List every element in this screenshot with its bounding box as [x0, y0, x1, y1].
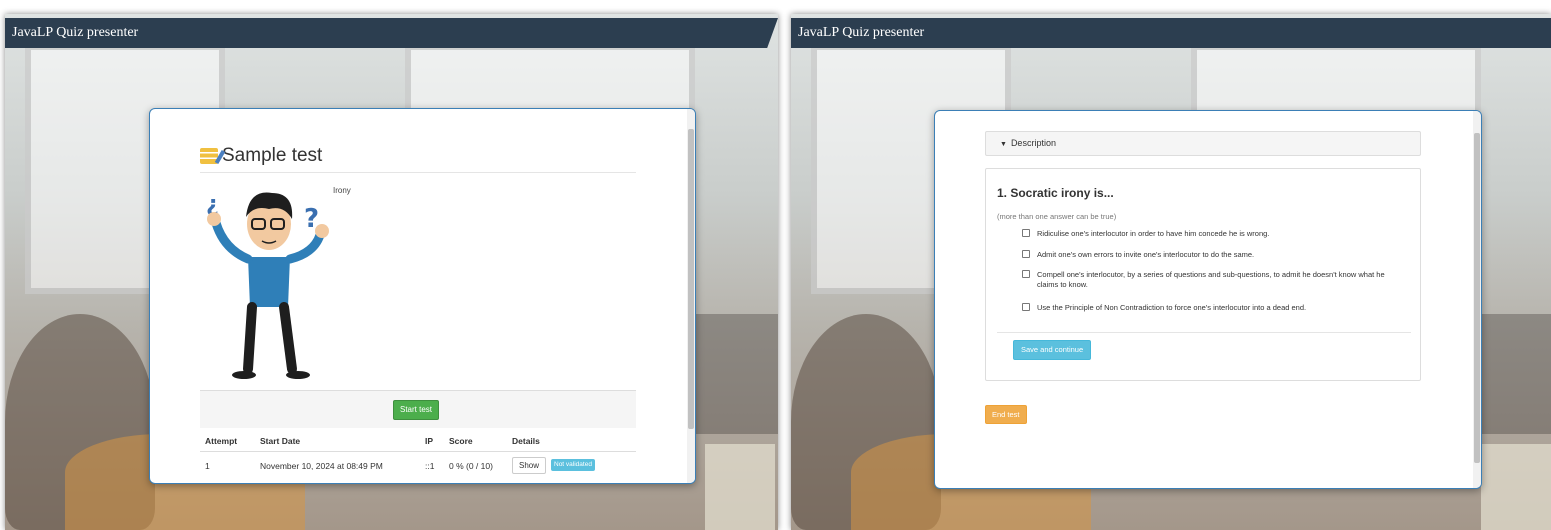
- background-shelf: [1481, 314, 1551, 434]
- answer-checkbox[interactable]: [1022, 229, 1030, 237]
- answer-option-label: Ridiculise one's interlocutor in order t…: [1037, 229, 1270, 238]
- question-card: 1. Socratic irony is... (more than one a…: [985, 168, 1421, 381]
- column-header-ip: IP: [425, 436, 434, 446]
- column-header-score: Score: [449, 436, 473, 446]
- quiz-title: Sample test: [200, 145, 322, 167]
- scrollbar-thumb[interactable]: [688, 129, 694, 429]
- attempt-number: 1: [205, 461, 210, 471]
- scrollbar[interactable]: [1473, 111, 1481, 488]
- notepad-icon: [200, 148, 218, 164]
- question-panel: ▼ Description 1. Socratic irony is... (mo…: [934, 110, 1482, 489]
- background-book: [1481, 444, 1551, 530]
- question-hint: (more than one answer can be true): [997, 212, 1117, 221]
- attempt-ip: ::1: [425, 461, 435, 471]
- attempt-start-date: November 10, 2024 at 08:49 PM: [260, 461, 383, 471]
- answer-option-label: Compell one's interlocutor, by a series …: [1037, 270, 1385, 289]
- start-test-button[interactable]: Start test: [393, 400, 440, 420]
- answer-checkbox[interactable]: [1022, 250, 1030, 258]
- answer-option-label: Use the Principle of Non Contradiction t…: [1037, 303, 1307, 312]
- column-header-start-date: Start Date: [260, 436, 301, 446]
- background-shelf: [695, 314, 778, 434]
- scrollbar-thumb[interactable]: [1474, 133, 1480, 463]
- answer-checkbox[interactable]: [1022, 303, 1030, 311]
- save-and-continue-button[interactable]: Save and continue: [1013, 340, 1092, 360]
- background-book: [705, 444, 775, 530]
- column-header-attempt: Attempt: [205, 436, 238, 446]
- confused-man-illustration: ¿ ?: [206, 192, 329, 379]
- answer-checkbox[interactable]: [1022, 270, 1030, 278]
- show-details-button[interactable]: Show: [512, 457, 547, 474]
- attempt-score: 0 % (0 / 10): [449, 461, 493, 471]
- description-toggle-label: Description: [1010, 138, 1056, 148]
- table-row: 1 November 10, 2024 at 08:49 PM ::1 0 % …: [200, 454, 636, 476]
- divider: [200, 172, 636, 173]
- quiz-window-start: JavaLP Quiz presenter Sample test Irony …: [5, 14, 778, 530]
- quiz-start-panel: Sample test Irony ¿ ? Start test Attempt…: [149, 108, 696, 484]
- question-title: 1. Socratic irony is...: [997, 186, 1114, 200]
- scrollbar[interactable]: [687, 109, 695, 483]
- divider: [997, 332, 1411, 333]
- column-header-details: Details: [512, 436, 540, 446]
- window-title: JavaLP Quiz presenter: [5, 18, 778, 48]
- description-toggle[interactable]: ▼ Description: [985, 131, 1421, 156]
- chevron-down-icon: ▼: [1000, 141, 1007, 148]
- quiz-window-question: JavaLP Quiz presenter ▼ Description 1. So…: [791, 14, 1551, 530]
- status-badge: Not validated: [551, 459, 595, 471]
- start-button-bar: Start test: [200, 390, 636, 428]
- table-header-row: Attempt Start Date IP Score Details: [200, 430, 636, 452]
- answer-option-label: Admit one's own errors to invite one's i…: [1037, 250, 1255, 259]
- quiz-title-text: Sample test: [222, 145, 323, 166]
- window-title: JavaLP Quiz presenter: [791, 18, 1551, 48]
- end-test-button[interactable]: End test: [985, 405, 1027, 424]
